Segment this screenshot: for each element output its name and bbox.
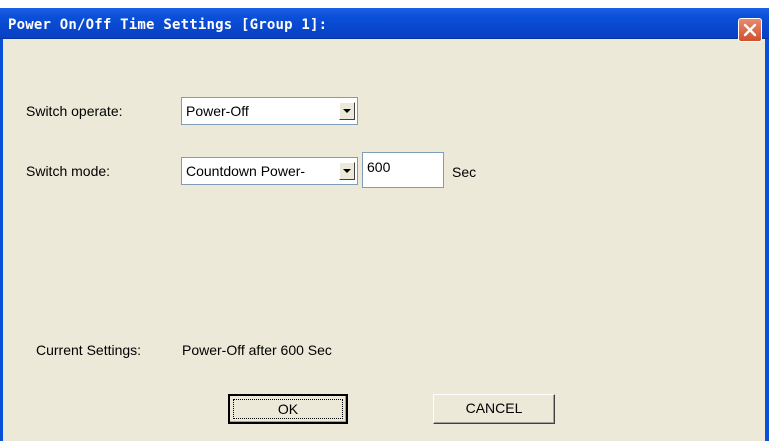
focus-rectangle <box>233 399 343 419</box>
title-bar-top-strip <box>0 0 769 8</box>
ok-button[interactable]: OK <box>228 394 348 424</box>
switch-operate-value: Power-Off <box>186 103 249 119</box>
current-settings-value: Power-Off after 600 Sec <box>182 342 332 358</box>
window-frame-right <box>765 39 769 441</box>
close-icon <box>743 23 757 37</box>
window-frame-left <box>0 39 3 441</box>
cancel-button[interactable]: CANCEL <box>433 394 555 424</box>
switch-operate-dropdown[interactable]: Power-Off <box>181 97 358 125</box>
switch-mode-dropdown[interactable]: Countdown Power- <box>181 157 358 185</box>
seconds-unit-label: Sec <box>452 164 477 180</box>
title-bar[interactable]: Power On/Off Time Settings [Group 1]: <box>0 0 769 42</box>
chevron-down-icon <box>343 169 351 173</box>
switch-operate-dropdown-button[interactable] <box>339 102 355 120</box>
chevron-down-icon <box>343 109 351 113</box>
switch-operate-label: Switch operate: <box>26 103 123 119</box>
close-button[interactable] <box>738 18 762 42</box>
seconds-input[interactable] <box>363 153 443 187</box>
switch-mode-label: Switch mode: <box>26 163 111 179</box>
current-settings-label: Current Settings: <box>36 342 142 358</box>
seconds-input-field[interactable] <box>362 152 444 188</box>
cancel-button-label: CANCEL <box>465 400 523 416</box>
switch-mode-dropdown-button[interactable] <box>339 162 355 180</box>
window-title: Power On/Off Time Settings [Group 1]: <box>8 17 328 33</box>
switch-mode-value: Countdown Power- <box>186 163 306 179</box>
